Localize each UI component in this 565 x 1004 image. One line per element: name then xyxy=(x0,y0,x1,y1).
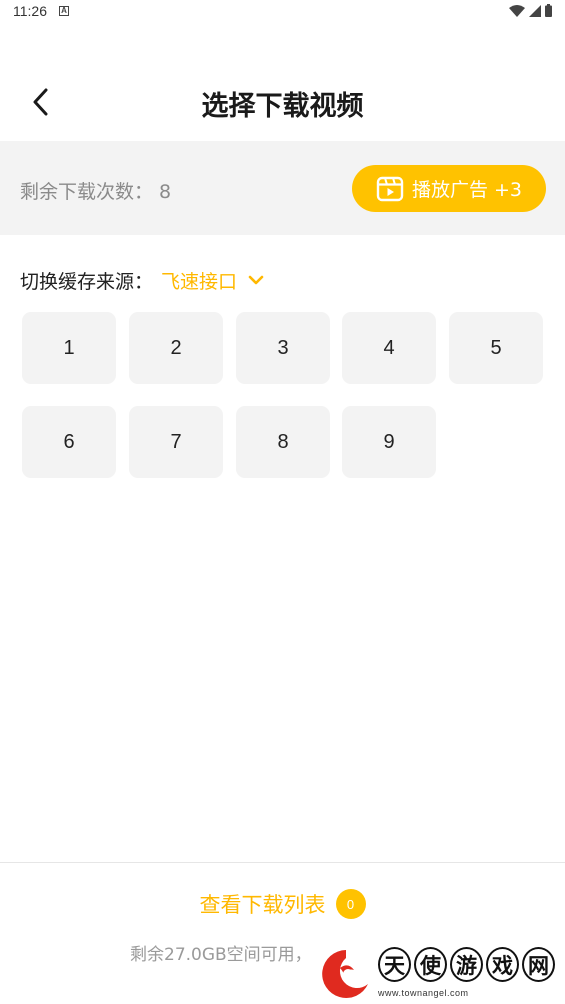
download-quota-bar: 剩余下载次数： 8 播放广告 +3 xyxy=(0,141,565,235)
cache-source-label: 切换缓存来源： xyxy=(20,270,154,293)
episode-button[interactable]: 2 xyxy=(129,312,223,384)
video-play-icon xyxy=(376,176,404,201)
watermark-char: 戏 xyxy=(486,947,519,982)
episode-button[interactable]: 4 xyxy=(342,312,436,384)
episode-button[interactable]: 8 xyxy=(236,406,330,478)
watermark-char: 游 xyxy=(450,947,483,982)
footer-divider xyxy=(0,862,565,863)
wifi-icon xyxy=(509,4,525,17)
status-bar: 11:26 A xyxy=(0,0,565,24)
status-icons xyxy=(509,4,552,17)
watermark-char: 使 xyxy=(414,947,447,982)
page-header: 选择下载视频 xyxy=(0,60,565,142)
episode-button[interactable]: 1 xyxy=(22,312,116,384)
watermark: 天 使 游 戏 网 www.townangel.com xyxy=(318,944,558,1002)
cache-source-selector[interactable]: 切换缓存来源： 飞速接口 xyxy=(20,265,265,295)
episode-button[interactable]: 3 xyxy=(236,312,330,384)
play-ad-label: 播放广告 +3 xyxy=(411,179,523,201)
phoenix-logo-icon xyxy=(320,948,372,1000)
notification-icon: A xyxy=(59,6,69,16)
remaining-downloads-text: 剩余下载次数： 8 xyxy=(20,181,172,203)
watermark-url: www.townangel.com xyxy=(378,988,469,998)
episode-button[interactable]: 6 xyxy=(22,406,116,478)
battery-icon xyxy=(545,4,552,17)
watermark-text: 天 使 游 戏 网 xyxy=(378,947,555,982)
download-count-badge: 0 xyxy=(335,889,366,919)
episode-button[interactable]: 9 xyxy=(342,406,436,478)
signal-icon xyxy=(529,4,541,17)
page-title: 选择下载视频 xyxy=(201,91,364,122)
cache-source-value[interactable]: 飞速接口 xyxy=(161,267,237,294)
view-download-list-label: 查看下载列表 xyxy=(199,893,326,917)
watermark-char: 网 xyxy=(522,947,555,982)
chevron-down-icon[interactable] xyxy=(247,274,265,286)
storage-available-text: 剩余27.0GB空间可用， xyxy=(130,945,312,965)
play-ad-button[interactable]: 播放广告 +3 xyxy=(352,165,546,212)
status-time: 11:26 xyxy=(13,3,47,19)
episode-button[interactable]: 7 xyxy=(129,406,223,478)
episode-button[interactable]: 5 xyxy=(449,312,543,384)
view-download-list-button[interactable]: 查看下载列表 0 xyxy=(0,886,565,922)
watermark-char: 天 xyxy=(378,947,411,982)
